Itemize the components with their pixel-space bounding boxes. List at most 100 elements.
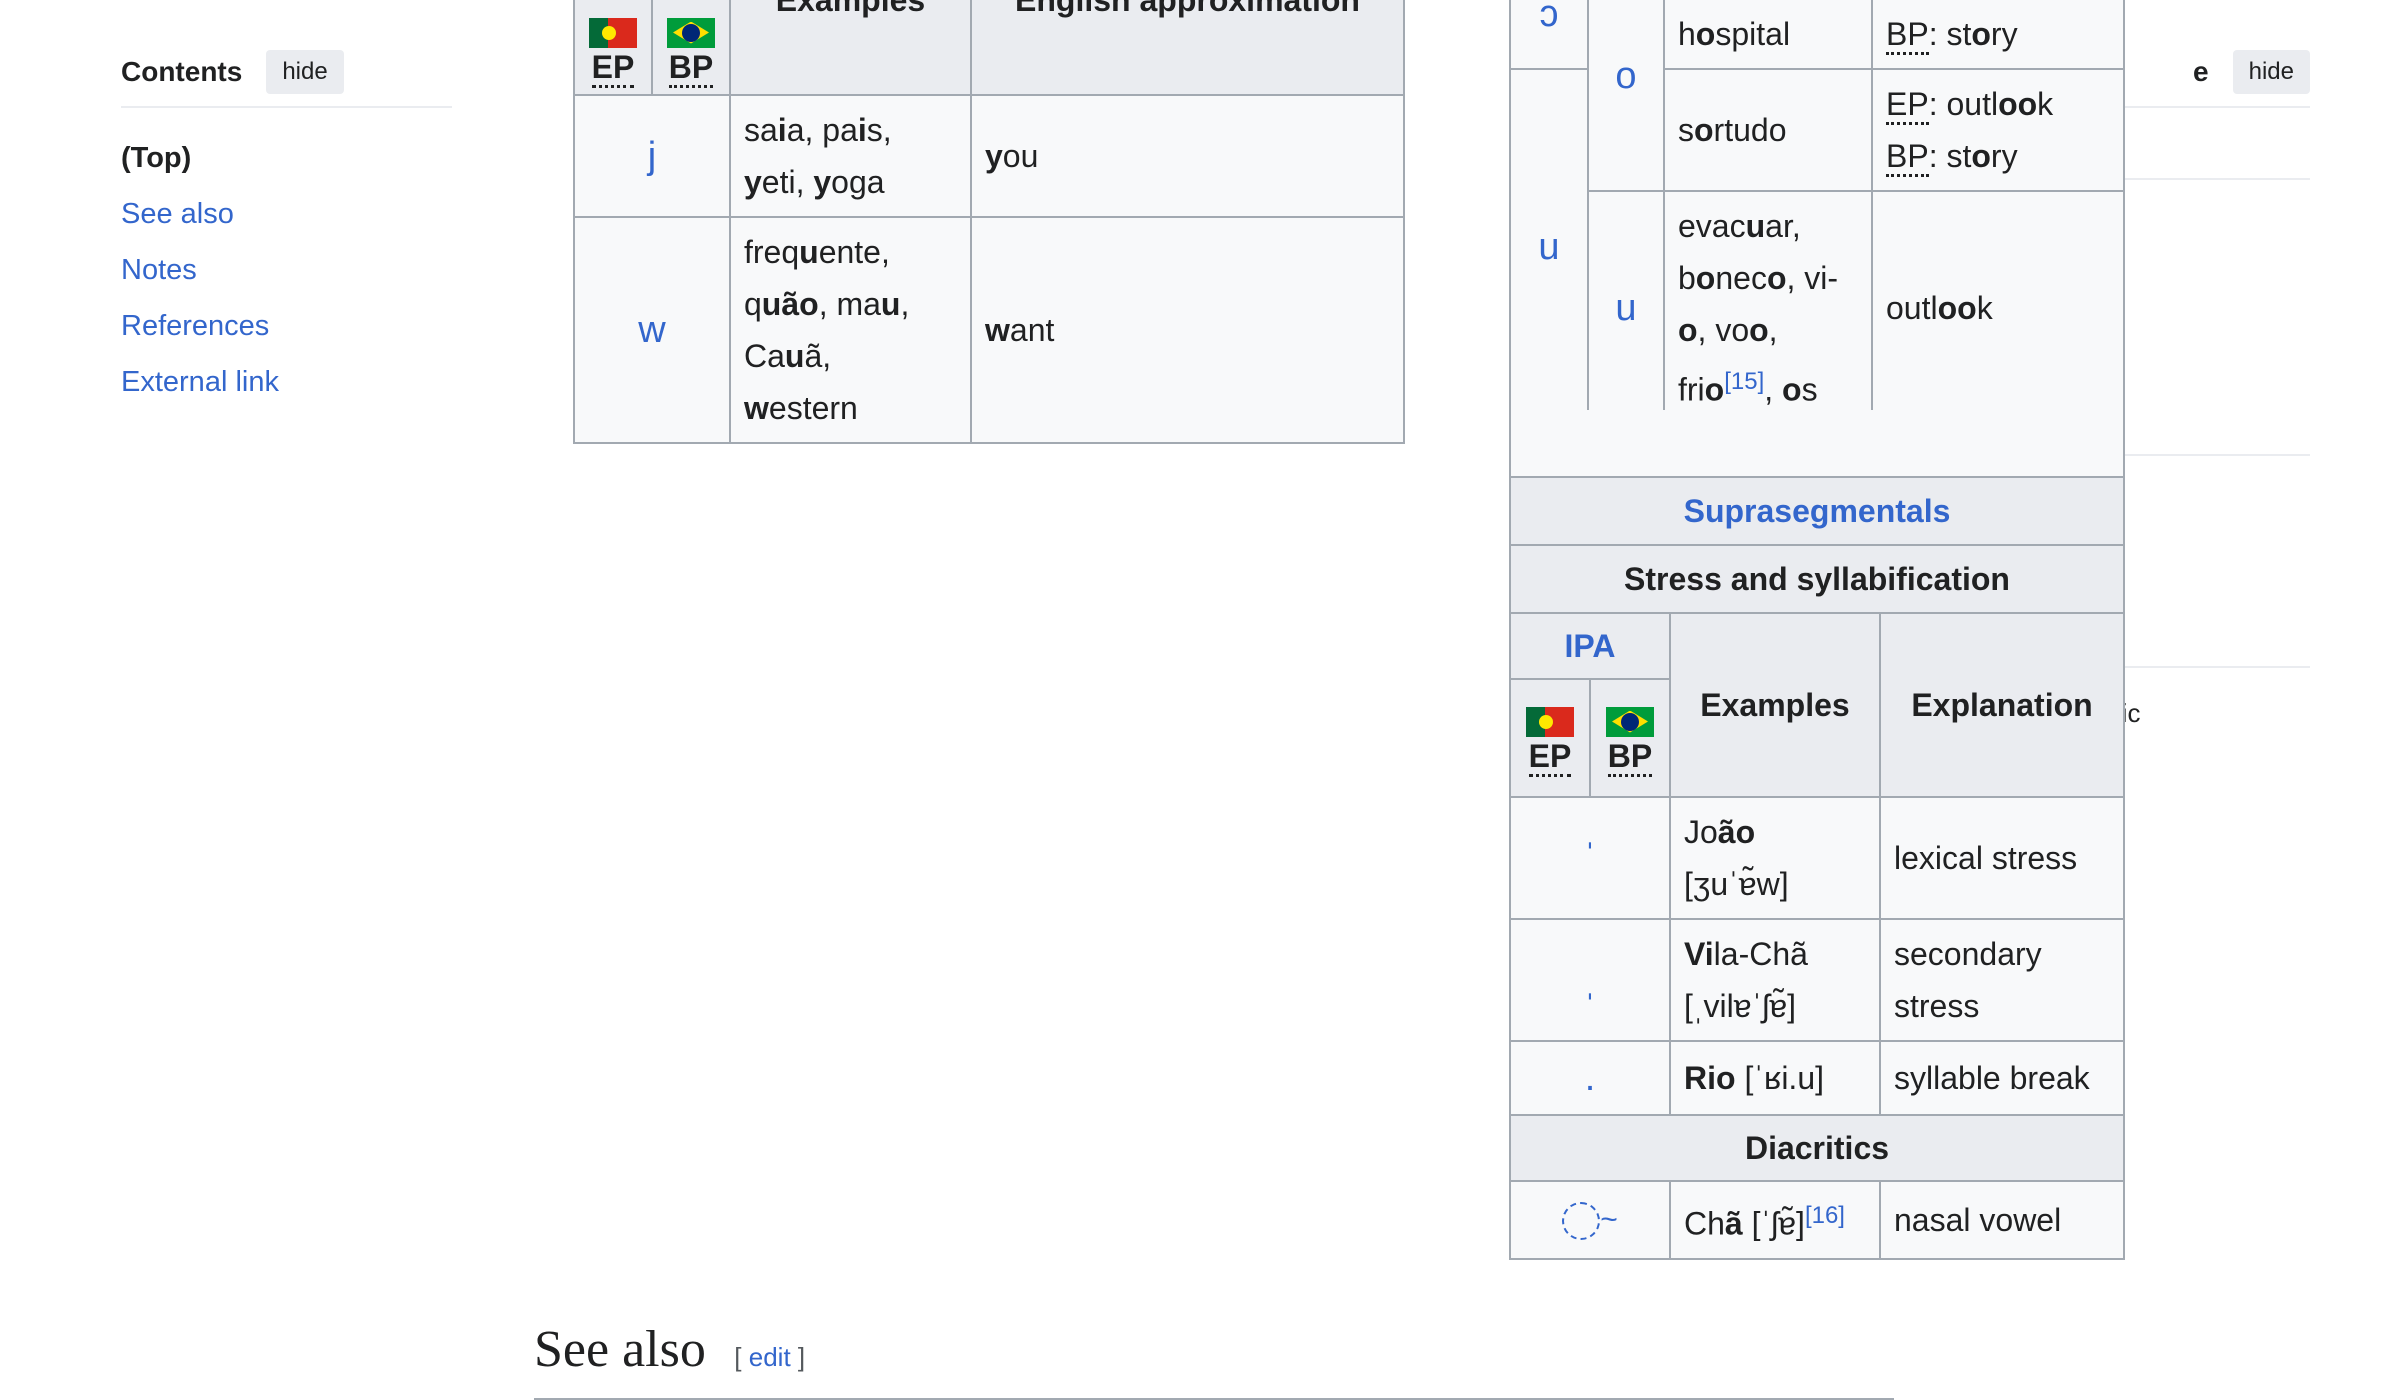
text: sa [744, 112, 778, 148]
text: k [1976, 289, 1993, 326]
ep-header: EP [1509, 678, 1591, 798]
approx-cell: outlook [1871, 190, 2125, 426]
text: k [2037, 86, 2054, 122]
divider [2100, 178, 2310, 180]
suprasegmentals-link[interactable]: Suprasegmentals [1684, 493, 1951, 529]
examples-cell: Vila-Chã [ˌvilɐˈʃɐ̃] [1669, 918, 1881, 1042]
text: q [744, 286, 762, 322]
bold-letter: u [799, 234, 819, 270]
text: s, [866, 112, 892, 148]
bold-letter: o [1782, 371, 1802, 408]
bracket: ] [790, 1342, 806, 1372]
ipa-symbol-w[interactable]: w [573, 216, 731, 444]
ipa-header: IPA [1509, 612, 1671, 680]
symbol-text[interactable]: ˈ [1584, 837, 1597, 879]
ipa-link[interactable]: IPA [1565, 628, 1616, 664]
bold-letter: oo [1937, 289, 1977, 326]
ghost-hide-button[interactable]: hide [2232, 50, 2310, 94]
bp-abbr[interactable]: BP [668, 49, 714, 88]
symbol-text[interactable]: j [648, 135, 656, 177]
text: s [1678, 112, 1694, 148]
table-row: j saia, pais, yeti, yoga you [573, 94, 1405, 218]
bp-header: BP [1589, 678, 1671, 798]
symbol-text[interactable]: . [1585, 1057, 1596, 1099]
bold-letter: o [1971, 138, 1991, 174]
examples-cell: sortudo [1663, 68, 1873, 192]
edit-link[interactable]: edit [749, 1342, 791, 1372]
bold-letter: u [880, 286, 901, 322]
sidebar-right-fragment: e hide rd rd atic [2100, 48, 2310, 728]
stress-syllabification-heading: Stress and syllabification [1509, 544, 2125, 614]
ipa-symbol-secondary-stress[interactable]: ˌ [1509, 918, 1671, 1042]
text: ry [1990, 16, 2018, 52]
ipa-symbol-open-o[interactable]: ɔ [1509, 0, 1589, 70]
examples-cell: evacuar, boneco, vi- o, voo, frio[15], o… [1663, 190, 1873, 426]
text: rtudo [1713, 112, 1787, 148]
bold-letter: i [857, 112, 867, 148]
toc-item-references[interactable]: References [121, 298, 452, 354]
ipa-symbol-j[interactable]: j [573, 94, 731, 218]
symbol-text[interactable]: w [638, 309, 665, 351]
reference-link[interactable]: [16] [1805, 1202, 1845, 1229]
ipa-symbol-o[interactable]: o [1587, 0, 1665, 192]
toc-title: Contents [121, 56, 243, 87]
text: Ch [1684, 1205, 1725, 1242]
bold-letter: o [1749, 312, 1769, 348]
ipa-symbol-primary-stress[interactable]: ˈ [1509, 796, 1671, 920]
table-row: ɔ o hospital BP: story [1509, 0, 2125, 192]
toc-item-external-link[interactable]: External link [121, 354, 452, 410]
toc-list: (Top) See also Notes References External… [121, 130, 452, 410]
bold-letter: o [1695, 16, 1716, 52]
bold-letter: uão [761, 286, 819, 322]
toc-item-notes[interactable]: Notes [121, 242, 452, 298]
toc-item-top[interactable]: (Top) [121, 130, 452, 186]
text: ou [1002, 138, 1039, 174]
text: ar, [1765, 208, 1801, 244]
examples-cell: saia, pais, yeti, yoga [729, 94, 972, 218]
examples-cell: Chã [ˈʃɐ̃][16] [1669, 1180, 1881, 1260]
ipa-symbol-syllable-break[interactable]: . [1509, 1040, 1671, 1116]
portugal-flag-icon [589, 17, 637, 48]
text: oga [831, 164, 885, 200]
divider [2100, 666, 2310, 668]
bold-letter: ão [1717, 814, 1756, 850]
bold-letter: Rio [1684, 1060, 1736, 1096]
ghost-heading-tail: e [2193, 56, 2209, 87]
table-header-row: IPA Examples Explanation [1509, 612, 2125, 798]
ep-abbr[interactable]: EP [591, 49, 635, 88]
ep-abbr[interactable]: EP [1528, 738, 1572, 777]
bp-abbr[interactable]: BP [1886, 16, 1929, 55]
bp-abbr[interactable]: BP [1607, 738, 1653, 777]
bold-letter: o [1694, 112, 1714, 148]
bp-abbr[interactable]: BP [1886, 138, 1929, 177]
symbol-text[interactable]: u [1615, 287, 1636, 329]
toc-hide-button[interactable]: hide [266, 50, 344, 94]
text: eti, [761, 164, 814, 200]
text: , [1768, 312, 1778, 348]
explanation-header: Explanation [1879, 612, 2125, 798]
table-row: . Rio [ˈʁi.u] syllable break [1509, 1040, 2125, 1116]
symbol-text[interactable]: o [1615, 55, 1636, 97]
ipa-transcription: [ˌvilɐˈʃɐ̃] [1684, 988, 1797, 1024]
table-subtitle-row: Stress and syllabification [1509, 544, 2125, 614]
symbol-text[interactable]: u [1538, 226, 1559, 268]
symbol-text[interactable]: ɔ [1540, 0, 1559, 35]
toc-item-see-also[interactable]: See also [121, 186, 452, 242]
symbol-text[interactable]: ˌ [1584, 959, 1597, 1001]
ipa-symbol-u[interactable]: u [1509, 68, 1589, 426]
tilde-mark[interactable]: ~ [1600, 1203, 1618, 1236]
text: fri [1678, 371, 1705, 408]
ipa-symbol-u-bp[interactable]: u [1587, 190, 1665, 426]
explanation-cell: syllable break [1879, 1040, 2125, 1116]
bold-letter: w [744, 390, 769, 426]
divider [2100, 454, 2310, 456]
text: , vo [1697, 312, 1750, 348]
brazil-flag-icon [667, 17, 715, 48]
reference-link[interactable]: [15] [1724, 368, 1764, 395]
ep-abbr[interactable]: EP [1886, 86, 1929, 125]
bold-letter: u [784, 338, 805, 374]
ipa-symbol-nasal-tilde[interactable]: ~ [1509, 1180, 1671, 1260]
text: : st [1928, 138, 1972, 174]
suprasegmentals-title: Suprasegmentals [1509, 476, 2125, 546]
table-row: u evacuar, boneco, vi- o, voo, frio[15],… [1510, 190, 2125, 426]
